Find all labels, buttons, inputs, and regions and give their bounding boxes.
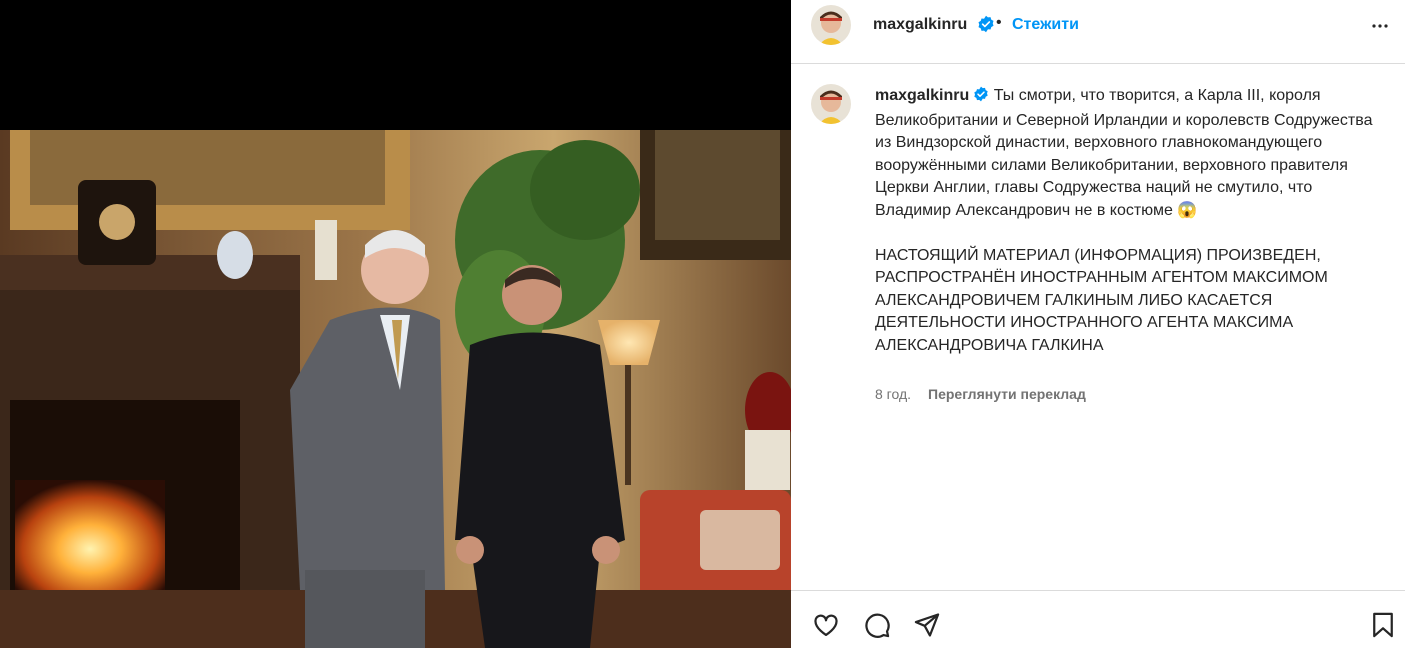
author-username[interactable]: maxgalkinru [873, 16, 967, 34]
foreign-agent-notice: НАСТОЯЩИЙ МАТЕРИАЛ (ИНФОРМАЦИЯ) ПРОИЗВЕД… [875, 246, 1328, 354]
heart-icon[interactable] [812, 611, 840, 639]
post-caption: maxgalkinru Ты смотри, что творится, а К… [875, 85, 1375, 358]
post-meta: 8 год. Переглянути переклад [875, 386, 1086, 402]
comment-icon[interactable] [863, 611, 891, 639]
post-header: maxgalkinru • Стежити [791, 0, 1405, 64]
post-side-panel: maxgalkinru • Стежити maxgalkinru Ты смо… [791, 0, 1405, 648]
bookmark-icon[interactable] [1369, 611, 1397, 639]
author-avatar[interactable] [811, 5, 851, 45]
separator-dot: • [996, 14, 1002, 31]
verified-badge-icon [973, 86, 989, 110]
send-icon[interactable] [913, 611, 941, 639]
post-time[interactable]: 8 год. [875, 386, 911, 402]
post-photo [0, 130, 791, 648]
post-media[interactable] [0, 0, 791, 648]
follow-button[interactable]: Стежити [1012, 16, 1079, 34]
verified-badge-icon [977, 15, 995, 38]
caption-username[interactable]: maxgalkinru [875, 87, 969, 104]
more-horizontal-icon[interactable] [1368, 14, 1392, 38]
post-actions [791, 590, 1405, 649]
caption-author-avatar[interactable] [811, 84, 851, 124]
translate-link[interactable]: Переглянути переклад [928, 386, 1086, 402]
caption-text: Ты смотри, что творится, а Карла III, ко… [875, 87, 1373, 219]
